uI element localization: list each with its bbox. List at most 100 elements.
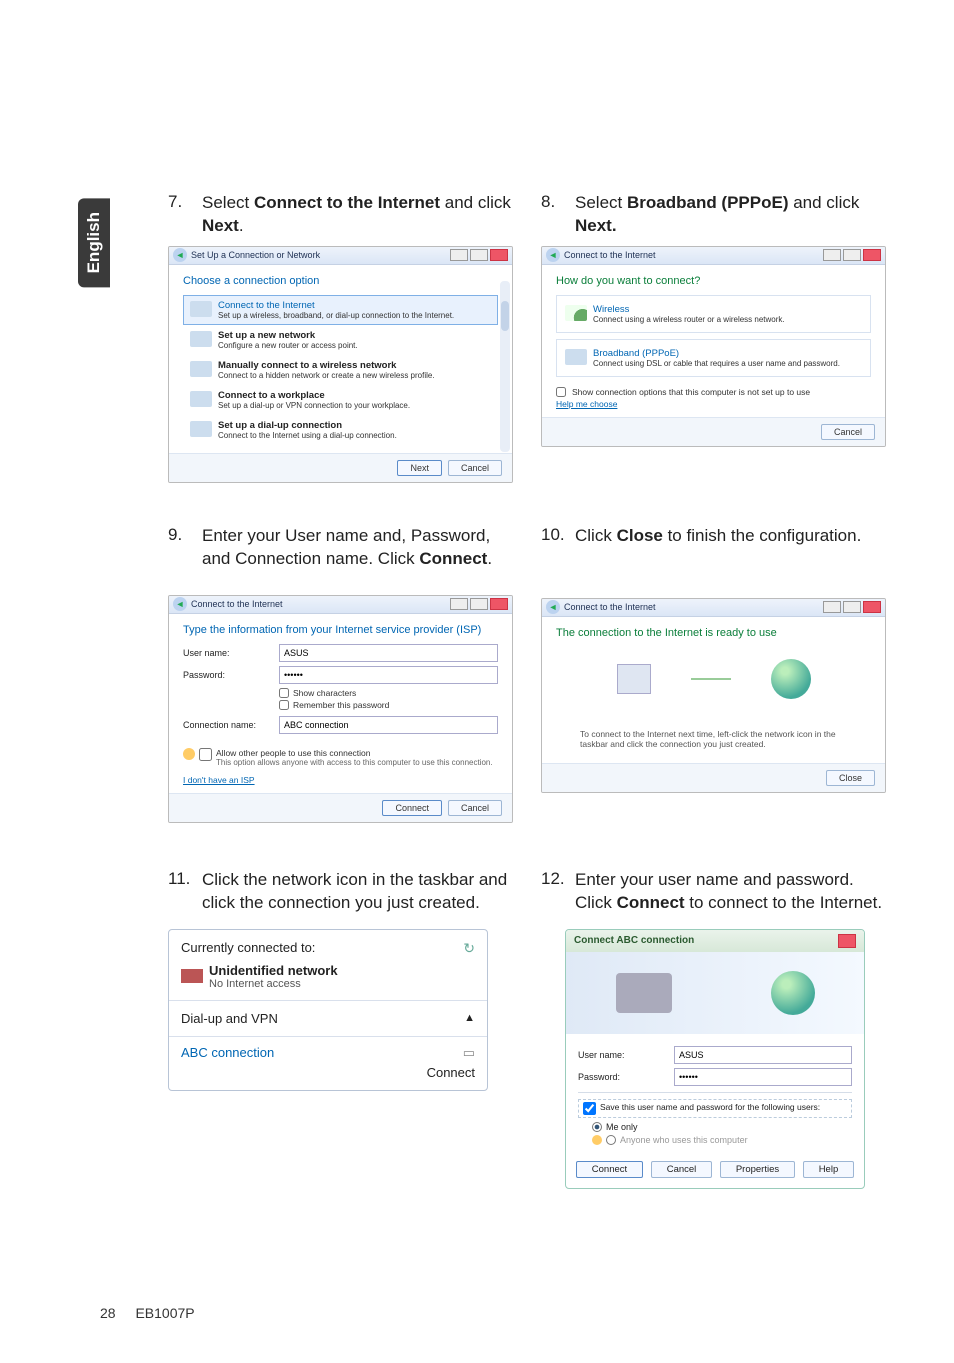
step-text: Enter your user name and password. Click… xyxy=(575,869,886,915)
step-11: 11. Click the network icon in the taskba… xyxy=(168,869,513,915)
step-text: Enter your User name and, Password, and … xyxy=(202,525,513,571)
close-icon[interactable] xyxy=(490,598,508,610)
allow-others-checkbox[interactable] xyxy=(199,748,212,761)
properties-button[interactable]: Properties xyxy=(720,1161,795,1178)
close-button[interactable]: Close xyxy=(826,770,875,786)
minimize-icon[interactable] xyxy=(450,249,468,261)
step-10: 10. Click Close to finish the configurat… xyxy=(541,525,886,548)
back-icon[interactable]: ◄ xyxy=(546,600,560,614)
show-options-label: Show connection options that this comput… xyxy=(572,387,810,397)
minimize-icon[interactable] xyxy=(450,598,468,610)
close-icon[interactable] xyxy=(863,601,881,613)
page-content: 7. Select Connect to the Internet and cl… xyxy=(168,192,886,1189)
username-field[interactable] xyxy=(674,1046,852,1064)
connect-button[interactable]: Connect xyxy=(576,1161,643,1178)
close-icon[interactable] xyxy=(838,934,856,948)
minimize-icon[interactable] xyxy=(823,249,841,261)
username-field[interactable] xyxy=(279,644,498,662)
shield-icon xyxy=(183,748,195,760)
model-name: EB1007P xyxy=(135,1305,194,1321)
anyone-label: Anyone who uses this computer xyxy=(620,1135,748,1145)
maximize-icon[interactable] xyxy=(470,598,488,610)
remember-password-label: Remember this password xyxy=(293,700,389,710)
dialog-heading: Type the information from your Internet … xyxy=(183,624,498,636)
help-me-choose-link[interactable]: Help me choose xyxy=(556,399,871,409)
network-popup: Currently connected to: ↻ Unidentified n… xyxy=(168,929,488,1091)
connection-name-field[interactable] xyxy=(279,716,498,734)
show-options-checkbox[interactable] xyxy=(556,387,566,397)
close-icon[interactable] xyxy=(863,249,881,261)
dialog-connection-ready: ◄ Connect to the Internet The connection… xyxy=(541,598,886,793)
show-characters-checkbox[interactable] xyxy=(279,688,289,698)
connection-name: ABC connection xyxy=(181,1045,274,1060)
back-icon[interactable]: ◄ xyxy=(173,248,187,262)
section-label: Dial-up and VPN xyxy=(181,1011,278,1026)
dialog-set-up-connection: ◄ Set Up a Connection or Network Choose … xyxy=(168,246,513,483)
option-broadband[interactable]: Broadband (PPPoE)Connect using DSL or ca… xyxy=(556,339,871,377)
back-icon[interactable]: ◄ xyxy=(173,597,187,611)
step-12: 12. Enter your user name and password. C… xyxy=(541,869,886,915)
cancel-button[interactable]: Cancel xyxy=(448,800,502,816)
dialog-title: Connect to the Internet xyxy=(191,599,450,609)
remember-password-checkbox[interactable] xyxy=(279,700,289,710)
show-characters-label: Show characters xyxy=(293,688,356,698)
chevron-up-icon[interactable]: ▲ xyxy=(464,1012,475,1024)
maximize-icon[interactable] xyxy=(843,601,861,613)
network-category-icon xyxy=(181,969,203,983)
step-number: 8. xyxy=(541,192,575,238)
popup-heading: Currently connected to: xyxy=(181,940,315,955)
laptop-icon xyxy=(616,973,672,1013)
connect-button[interactable]: Connect xyxy=(382,800,442,816)
step-7: 7. Select Connect to the Internet and cl… xyxy=(168,192,513,238)
option-connect-internet[interactable]: Connect to the InternetSet up a wireless… xyxy=(183,295,498,325)
network-status: No Internet access xyxy=(209,978,338,990)
ready-banner xyxy=(556,647,871,711)
cancel-button[interactable]: Cancel xyxy=(448,460,502,476)
ready-note: To connect to the Internet next time, le… xyxy=(556,729,871,755)
me-only-radio[interactable] xyxy=(592,1122,602,1132)
option-manual-wireless[interactable]: Manually connect to a wireless networkCo… xyxy=(183,355,498,385)
password-label: Password: xyxy=(578,1072,664,1082)
close-icon[interactable] xyxy=(490,249,508,261)
maximize-icon[interactable] xyxy=(843,249,861,261)
password-field[interactable] xyxy=(279,666,498,684)
dialog-title: Connect to the Internet xyxy=(564,602,823,612)
step-number: 7. xyxy=(168,192,202,238)
step-text: Select Broadband (PPPoE) and click Next. xyxy=(575,192,886,238)
globe-icon xyxy=(771,971,815,1015)
save-credentials-checkbox[interactable] xyxy=(583,1102,596,1115)
no-isp-link[interactable]: I don't have an ISP xyxy=(183,775,498,785)
connection-item[interactable]: ABC connection ▭ xyxy=(169,1037,487,1065)
scrollbar[interactable] xyxy=(500,281,510,452)
help-button[interactable]: Help xyxy=(803,1161,854,1178)
option-wireless[interactable]: WirelessConnect using a wireless router … xyxy=(556,295,871,333)
modem-icon: ▭ xyxy=(463,1045,475,1061)
username-label: User name: xyxy=(578,1050,664,1060)
step-text: Select Connect to the Internet and click… xyxy=(202,192,513,238)
option-new-network[interactable]: Set up a new networkConfigure a new rout… xyxy=(183,325,498,355)
minimize-icon[interactable] xyxy=(823,601,841,613)
connect-button[interactable]: Connect xyxy=(427,1065,475,1080)
next-button[interactable]: Next xyxy=(397,460,442,476)
cancel-button[interactable]: Cancel xyxy=(821,424,875,440)
network-name: Unidentified network xyxy=(209,963,338,978)
maximize-icon[interactable] xyxy=(470,249,488,261)
refresh-icon[interactable]: ↻ xyxy=(463,940,475,957)
save-credentials-label: Save this user name and password for the… xyxy=(600,1102,820,1112)
cancel-button[interactable]: Cancel xyxy=(651,1161,712,1178)
step-text: Click the network icon in the taskbar an… xyxy=(202,869,513,915)
back-icon[interactable]: ◄ xyxy=(546,248,560,262)
anyone-radio[interactable] xyxy=(606,1135,616,1145)
me-only-label: Me only xyxy=(606,1122,638,1132)
language-tab: English xyxy=(78,198,110,287)
dialog-title: Connect ABC connection xyxy=(574,935,694,946)
dialog-title: Connect to the Internet xyxy=(564,250,823,260)
allow-others-desc: This option allows anyone with access to… xyxy=(216,758,493,767)
password-field[interactable] xyxy=(674,1068,852,1086)
step-number: 11. xyxy=(168,869,202,915)
option-dialup[interactable]: Set up a dial-up connectionConnect to th… xyxy=(183,415,498,445)
wifi-icon xyxy=(565,305,587,321)
option-workplace[interactable]: Connect to a workplaceSet up a dial-up o… xyxy=(183,385,498,415)
dialog-heading: How do you want to connect? xyxy=(556,275,871,287)
computer-icon xyxy=(617,664,651,694)
